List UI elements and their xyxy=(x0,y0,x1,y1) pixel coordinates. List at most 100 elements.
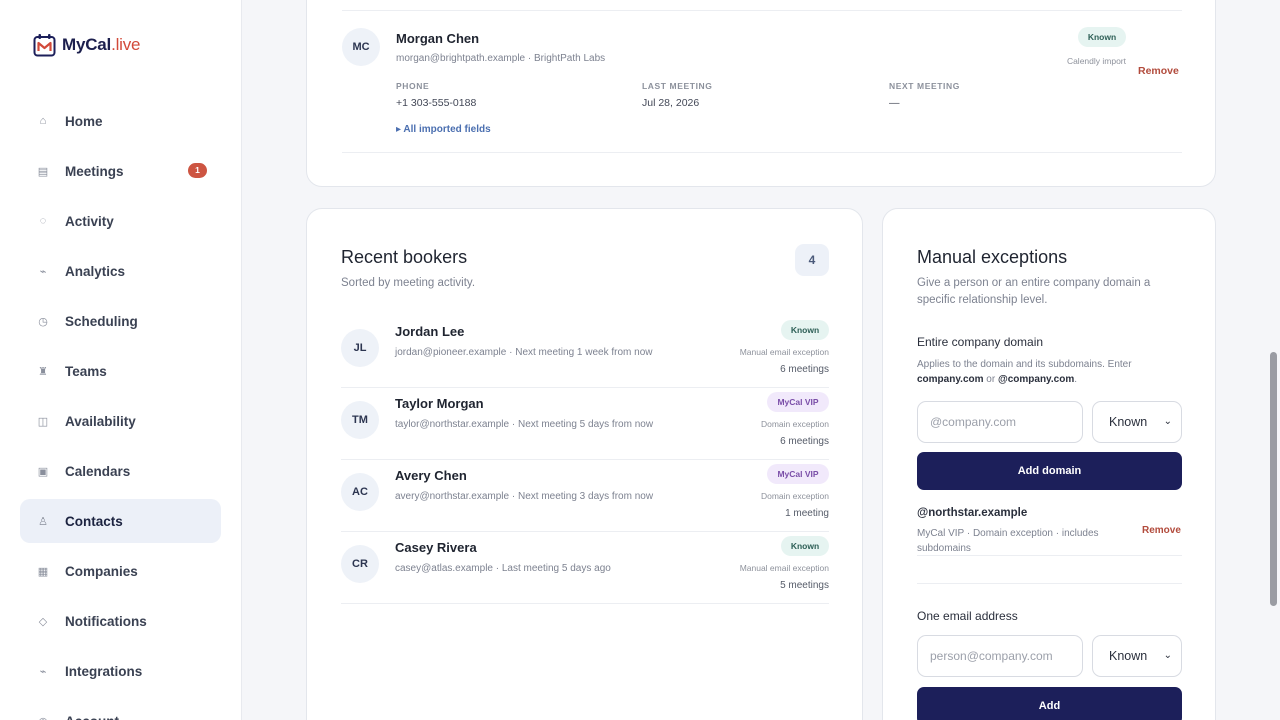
existing-domain-details: MyCal VIP · Domain exception · includes … xyxy=(917,528,1099,554)
sidebar-item-label: Activity xyxy=(65,213,114,229)
all-imported-fields-toggle[interactable]: ▸ All imported fields xyxy=(396,124,491,135)
card-subtitle: Sorted by meeting activity. xyxy=(341,277,476,289)
contacts-icon: ♙ xyxy=(38,515,48,528)
email-level-select[interactable]: Known ⌄ xyxy=(1092,635,1182,677)
sidebar-item-meetings[interactable]: ▤ Meetings 1 xyxy=(20,149,221,193)
meeting-count: 6 meetings xyxy=(780,364,829,375)
sidebar-item-activity[interactable]: ◌ Activity xyxy=(20,199,221,243)
chevron-down-icon: ⌄ xyxy=(1163,650,1172,661)
status-badge: Known xyxy=(1078,27,1126,47)
home-icon: ⌂ xyxy=(39,115,47,127)
meeting-count: 6 meetings xyxy=(780,436,829,447)
avatar: AC xyxy=(341,473,379,511)
sidebar-item-calendars[interactable]: ▣ Calendars xyxy=(20,449,221,493)
domain-level-select[interactable]: Known ⌄ xyxy=(1092,401,1182,443)
sidebar-item-teams[interactable]: ♜ Teams xyxy=(20,349,221,393)
sidebar-item-analytics[interactable]: ⌁ Analytics xyxy=(20,249,221,293)
card-description: Give a person or an entire company domai… xyxy=(917,277,1151,306)
card-title: Manual exceptions xyxy=(917,247,1068,267)
sidebar-item-home[interactable]: ⌂ Home xyxy=(20,99,221,143)
divider xyxy=(342,152,1182,153)
sidebar-item-scheduling[interactable]: ◷ Scheduling xyxy=(20,299,221,343)
sidebar-item-label: Meetings xyxy=(65,163,124,179)
sidebar-item-label: Home xyxy=(65,113,103,129)
meeting-count: 1 meeting xyxy=(785,508,829,519)
domain-help-text: Applies to the domain and its subdomains… xyxy=(917,359,1132,385)
booker-row[interactable]: TM Taylor Morgan taylor@northstar.example … xyxy=(341,388,829,460)
sidebar-item-availability[interactable]: ◫ Availability xyxy=(20,399,221,443)
booker-row[interactable]: AC Avery Chen avery@northstar.example · Ne… xyxy=(341,460,829,532)
teams-icon: ♜ xyxy=(38,365,48,378)
meeting-count: 5 meetings xyxy=(780,580,829,591)
last-meeting-label: LAST MEETING xyxy=(642,81,713,91)
status-badge: Known xyxy=(781,320,829,340)
avatar: CR xyxy=(341,545,379,583)
status-badge: Known xyxy=(781,536,829,556)
availability-icon: ◫ xyxy=(37,415,49,428)
remove-domain-button[interactable]: Remove xyxy=(1142,525,1181,536)
add-email-button[interactable]: Add xyxy=(917,687,1182,720)
sidebar-item-account[interactable]: ◉ Account xyxy=(20,699,221,720)
add-domain-button[interactable]: Add domain xyxy=(917,452,1182,490)
chevron-down-icon: ⌄ xyxy=(1163,416,1172,427)
booker-row[interactable]: JL Jordan Lee jordan@pioneer.example · Nex… xyxy=(341,316,829,388)
contact-name[interactable]: Morgan Chen xyxy=(396,31,479,46)
booker-name[interactable]: Avery Chen xyxy=(395,468,467,483)
phone-label: PHONE xyxy=(396,81,430,91)
status-badge: MyCal VIP xyxy=(767,464,829,484)
email-input[interactable]: person@company.com xyxy=(917,635,1083,677)
sidebar-item-label: Scheduling xyxy=(65,313,138,329)
exception-source: Domain exception xyxy=(760,491,829,501)
booker-name[interactable]: Taylor Morgan xyxy=(395,396,484,411)
contact-email-company: morgan@brightpath.example · BrightPath L… xyxy=(396,53,606,64)
bookers-count-badge: 4 xyxy=(795,244,829,276)
email-section-heading: One email address xyxy=(917,609,1018,623)
sidebar-item-label: Calendars xyxy=(65,463,131,479)
meetings-icon: ▤ xyxy=(37,165,49,178)
remove-contact-button[interactable]: Remove xyxy=(1138,65,1179,77)
booker-details: casey@atlas.example · Last meeting 5 day… xyxy=(395,563,611,574)
domain-section-heading: Entire company domain xyxy=(917,335,1044,349)
analytics-icon: ⌁ xyxy=(39,265,47,278)
brand-name: MyCal.live xyxy=(62,35,141,54)
booker-row[interactable]: CR Casey Rivera casey@atlas.example · Last… xyxy=(341,532,829,604)
divider xyxy=(342,10,1182,11)
sidebar-item-contacts[interactable]: ♙ Contacts xyxy=(20,499,221,543)
integrations-icon: ⌁ xyxy=(39,665,47,678)
page-scrollbar[interactable] xyxy=(1270,352,1277,606)
exception-source: Domain exception xyxy=(760,419,829,429)
booker-details: jordan@pioneer.example · Next meeting 1 … xyxy=(395,347,653,358)
sidebar-item-label: Companies xyxy=(65,563,138,579)
sidebar-item-label: Integrations xyxy=(65,663,143,679)
sidebar-item-label: Availability xyxy=(65,413,136,429)
sidebar-item-companies[interactable]: ▦ Companies xyxy=(20,549,221,593)
booker-name[interactable]: Casey Rivera xyxy=(395,540,477,555)
sidebar-item-integrations[interactable]: ⌁ Integrations xyxy=(20,649,221,693)
clock-icon: ◷ xyxy=(38,315,48,328)
activity-icon: ◌ xyxy=(39,215,47,227)
domain-input[interactable]: @company.com xyxy=(917,401,1083,443)
notifications-icon: ◇ xyxy=(38,615,48,628)
calendar-icon: ▣ xyxy=(37,465,49,478)
manual-exceptions-card: Manual exceptions Give a person or an en… xyxy=(882,208,1216,720)
sidebar: MyCal.live ⌂ Home ▤ Meetings 1 ◌ Activity ⌁ Anal… xyxy=(0,0,242,720)
existing-domain-name: @northstar.example xyxy=(917,507,1028,519)
divider xyxy=(917,555,1182,556)
next-meeting-label: NEXT MEETING xyxy=(889,81,960,91)
sidebar-item-notifications[interactable]: ◇ Notifications xyxy=(20,599,221,643)
next-meeting-value: — xyxy=(889,97,900,109)
sidebar-item-label: Notifications xyxy=(65,613,147,629)
avatar: MC xyxy=(342,28,380,66)
card-title: Recent bookers xyxy=(341,247,468,267)
booker-name[interactable]: Jordan Lee xyxy=(395,324,464,339)
calendar-logo-icon xyxy=(33,33,56,57)
companies-icon: ▦ xyxy=(37,565,49,578)
contact-source: Calendly import xyxy=(1066,56,1126,66)
last-meeting-value: Jul 28, 2026 xyxy=(642,97,700,109)
count-badge: 1 xyxy=(188,163,207,178)
sidebar-item-label: Contacts xyxy=(65,513,123,529)
divider xyxy=(917,583,1182,584)
booker-details: avery@northstar.example · Next meeting 3… xyxy=(395,491,654,502)
sidebar-item-label: Teams xyxy=(65,363,107,379)
brand-logo[interactable]: MyCal.live xyxy=(33,33,141,57)
